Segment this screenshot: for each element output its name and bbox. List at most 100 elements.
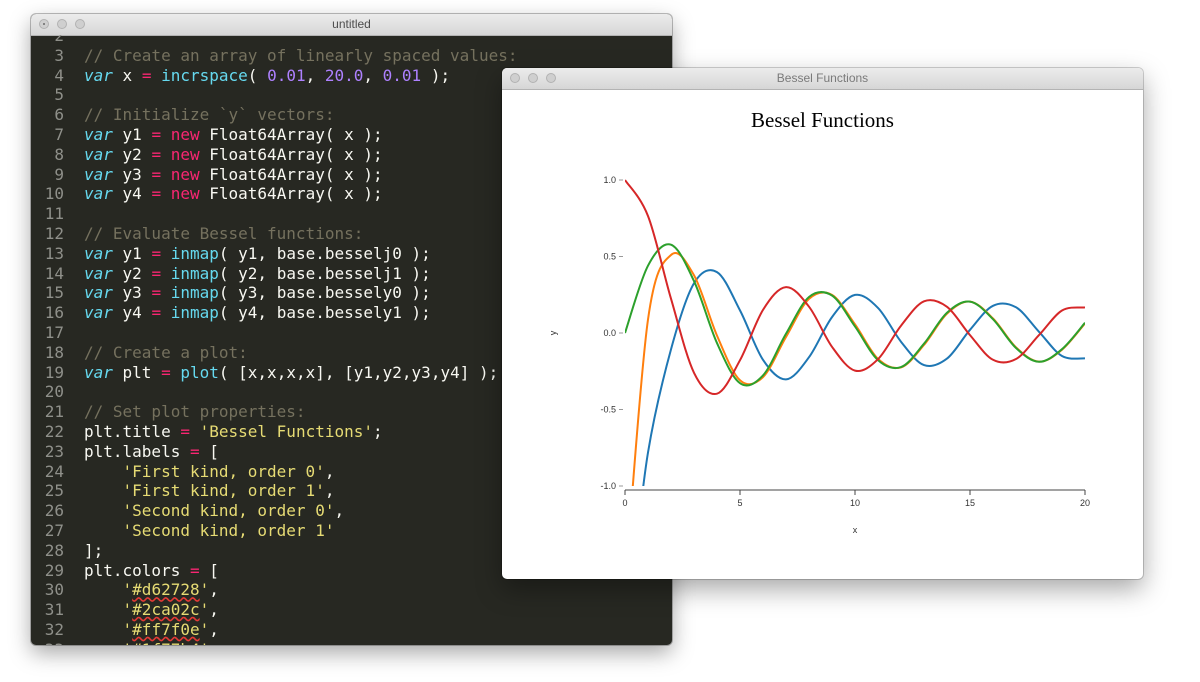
code-line[interactable]: 3 // Create an array of linearly spaced v… (31, 46, 672, 66)
line-number: 18 (44, 342, 64, 362)
code-token: Float64Array( x ); (199, 184, 383, 204)
code-token: Float64Array( x ); (199, 144, 383, 164)
code-token: x (112, 65, 142, 85)
code-token: Float64Array( x ); (199, 164, 383, 184)
code-token: inmap (170, 283, 219, 303)
line-number: 12 (44, 223, 64, 243)
line-number: 3 (54, 45, 64, 65)
code-token: #ff7f0e (132, 619, 200, 639)
line-number: 6 (54, 105, 64, 125)
code-token: var (84, 303, 113, 323)
code-token: 'Second kind, order 0' (122, 501, 335, 521)
code-token: var (84, 283, 113, 303)
code-token: = (151, 283, 162, 303)
code-token: ( y1, base.besselj0 ); (218, 243, 431, 263)
line-number: 22 (44, 421, 64, 441)
plot-window-title: Bessel Functions (776, 71, 869, 85)
code-token: inmap (170, 303, 219, 323)
code-token: #d62728 (132, 580, 200, 600)
code-token: ]; (84, 540, 104, 560)
code-token: ' (199, 580, 210, 600)
bessel-chart: 0 5 10 15 20 1.0 0.5 0.0 -0.5 -1.0 x y (548, 175, 1090, 535)
code-token: ( (247, 65, 268, 85)
code-token: var (84, 144, 113, 164)
code-token: , (305, 65, 325, 85)
code-token: , (334, 501, 345, 521)
line-number: 26 (44, 501, 64, 521)
line-number: 11 (44, 204, 64, 224)
code-token: var (84, 243, 113, 263)
code-line[interactable]: 31 '#2ca02c', (31, 600, 672, 620)
line-number: 29 (44, 560, 64, 580)
code-token: [ (199, 441, 219, 461)
y-tick-label: -0.5 (600, 405, 616, 415)
code-token: ' (122, 619, 133, 639)
code-token: ' (122, 580, 133, 600)
line-number: 8 (54, 144, 64, 164)
code-token: var (84, 164, 113, 184)
code-token: = (151, 144, 162, 164)
line-number: 32 (44, 619, 64, 639)
code-token: inmap (170, 243, 219, 263)
code-token: [ (199, 560, 219, 580)
code-token: = (151, 243, 162, 263)
code-token: ' (123, 640, 133, 645)
x-tick-label: 20 (1080, 498, 1090, 508)
line-number: 24 (44, 461, 64, 481)
plot-titlebar: Bessel Functions (502, 68, 1143, 90)
line-number: 5 (54, 85, 64, 105)
code-token: = (189, 441, 200, 461)
line-number: 20 (44, 382, 64, 402)
code-token: // Create an array of linearly spaced va… (84, 45, 518, 65)
line-number: 14 (44, 263, 64, 283)
code-line[interactable]: 33 '#1f77b4' (31, 640, 672, 645)
code-line[interactable]: 2 (31, 35, 672, 46)
code-token: y4 (112, 184, 152, 204)
line-number: 2 (54, 35, 64, 45)
code-token: plt (112, 362, 162, 382)
code-token: , (209, 580, 219, 600)
code-token: = (151, 263, 162, 283)
line-number: 17 (44, 322, 64, 342)
line-number: 9 (54, 164, 64, 184)
code-token: new (170, 184, 200, 204)
line-number: 33 (31, 640, 64, 645)
line-number: 10 (44, 184, 64, 204)
code-token: ); (421, 65, 451, 85)
y-axis-label: y (548, 330, 558, 335)
code-token: y1 (112, 124, 152, 144)
code-line[interactable]: 30 '#d62728', (31, 580, 672, 600)
code-token: ( [x,x,x,x], [y1,y2,y3,y4] ); (218, 362, 499, 382)
code-token: plot (180, 362, 219, 382)
code-token: = (151, 184, 162, 204)
x-axis-label: x (853, 525, 858, 535)
plot-window: Bessel Functions Bessel Functions 0 5 10 15… (502, 68, 1143, 579)
code-token: new (170, 144, 200, 164)
code-token: plt.colors (84, 560, 190, 580)
code-token: plt.labels (84, 441, 190, 461)
code-token: = (151, 303, 162, 323)
series-line-3 (642, 269, 1085, 486)
code-token: 'First kind, order 0' (122, 461, 325, 481)
code-token: var (84, 184, 113, 204)
code-token: y3 (112, 283, 152, 303)
line-number: 16 (44, 303, 64, 323)
code-token: #1f77b4 (132, 640, 199, 645)
code-line[interactable]: 32 '#ff7f0e', (31, 620, 672, 640)
code-token: incrspace (161, 65, 248, 85)
code-token: = (189, 560, 200, 580)
y-tick-label: 0.0 (603, 328, 616, 338)
line-number: 28 (44, 540, 64, 560)
x-tick-label: 0 (622, 498, 627, 508)
x-tick-label: 15 (965, 498, 975, 508)
